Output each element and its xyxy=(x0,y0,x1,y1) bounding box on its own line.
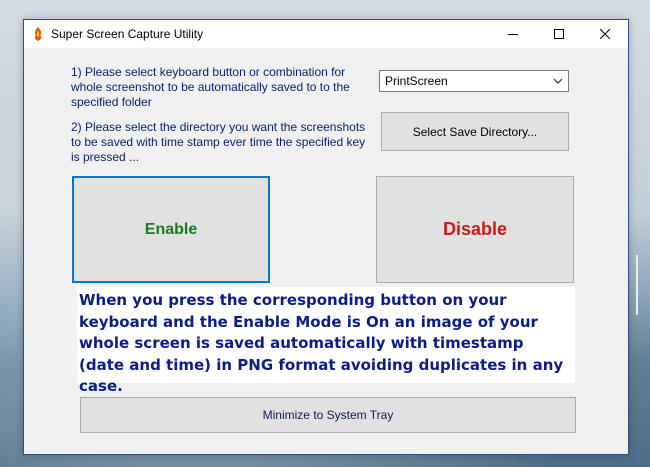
key-select-dropdown[interactable]: PrintScreen xyxy=(379,70,569,92)
enable-button[interactable]: Enable xyxy=(72,176,270,283)
window-title: Super Screen Capture Utility xyxy=(51,27,204,41)
app-icon xyxy=(34,27,42,41)
info-text: When you press the corresponding button … xyxy=(79,291,564,395)
info-panel: When you press the corresponding button … xyxy=(77,287,575,395)
app-window: Super Screen Capture Utility 1) Please s… xyxy=(23,19,629,455)
close-icon xyxy=(600,29,610,39)
key-select-value: PrintScreen xyxy=(385,74,448,88)
instruction-step-2: 2) Please select the directory you want … xyxy=(71,120,366,164)
close-button[interactable] xyxy=(582,20,628,48)
select-save-directory-button[interactable]: Select Save Directory... xyxy=(381,112,569,151)
title-bar[interactable]: Super Screen Capture Utility xyxy=(24,20,628,48)
desktop-background-detail xyxy=(636,255,638,315)
disable-button[interactable]: Disable xyxy=(376,176,574,283)
instruction-step-1: 1) Please select keyboard button or comb… xyxy=(71,65,350,109)
maximize-icon xyxy=(554,29,564,39)
minimize-icon xyxy=(508,34,518,35)
chevron-down-icon xyxy=(553,78,563,84)
maximize-button[interactable] xyxy=(536,20,582,48)
minimize-button[interactable] xyxy=(490,20,536,48)
minimize-to-tray-button[interactable]: Minimize to System Tray xyxy=(80,397,576,433)
